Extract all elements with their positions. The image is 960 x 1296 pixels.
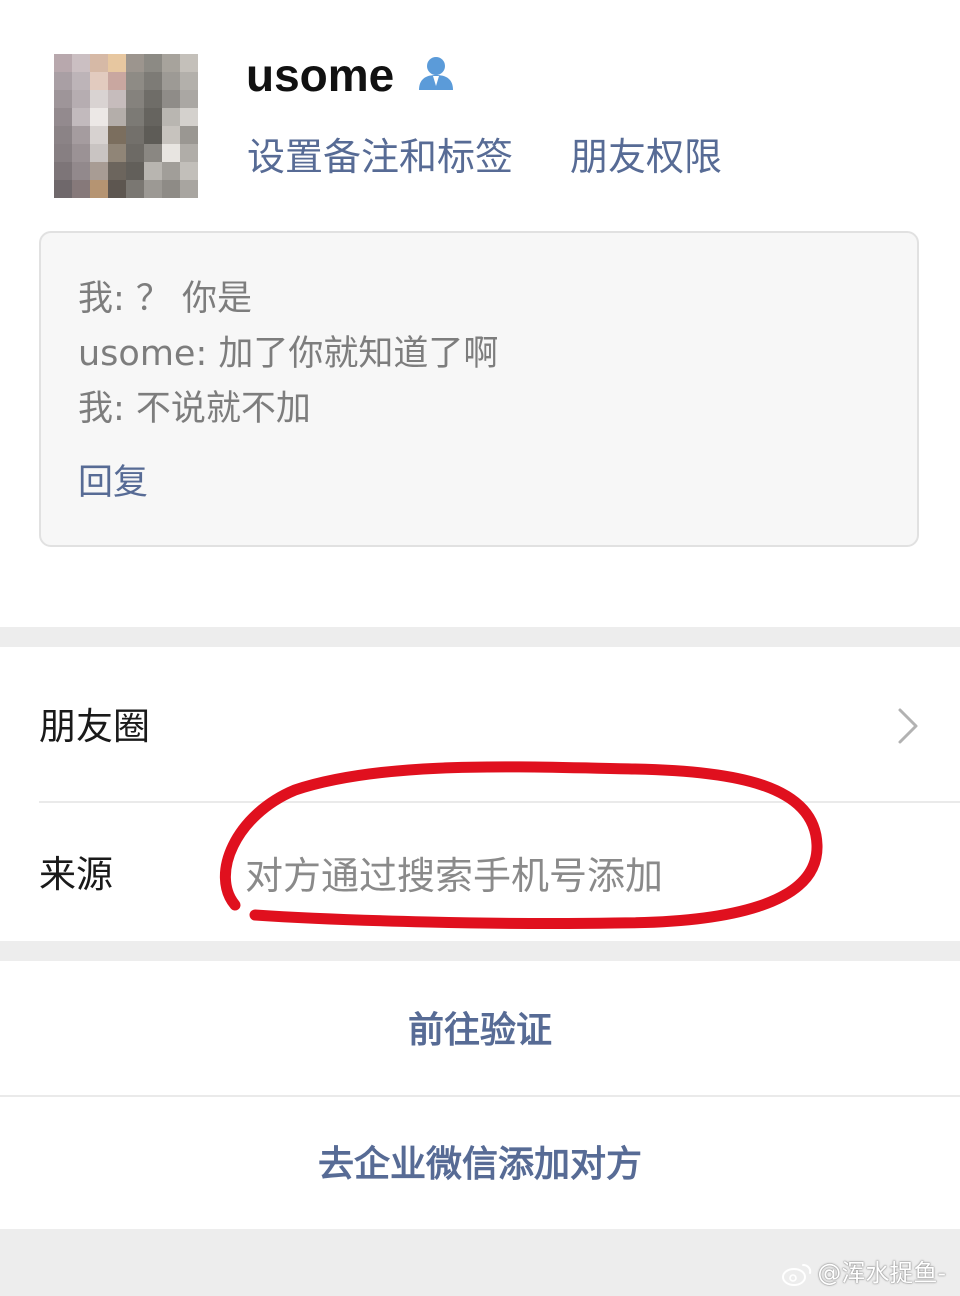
avatar-pixel <box>144 180 162 198</box>
message-line: 我: 不说就不加 <box>78 389 311 429</box>
avatar-pixel <box>162 126 180 144</box>
avatar-pixel <box>144 144 162 162</box>
avatar-pixel <box>144 54 162 72</box>
avatar-pixel <box>180 180 198 198</box>
chevron-right-icon <box>898 708 918 744</box>
avatar-pixel <box>90 180 108 198</box>
avatar-pixel <box>126 108 144 126</box>
avatar-pixel <box>72 126 90 144</box>
avatar-pixel <box>90 108 108 126</box>
avatar-pixel <box>144 72 162 90</box>
avatar-pixel <box>162 90 180 108</box>
profile-name: usome <box>246 49 395 101</box>
avatar-pixel <box>108 90 126 108</box>
avatar[interactable] <box>54 54 198 198</box>
divider <box>0 1095 960 1097</box>
section-separator <box>0 627 960 647</box>
avatar-pixel <box>180 126 198 144</box>
avatar-pixel <box>126 54 144 72</box>
avatar-pixel <box>90 144 108 162</box>
moments-label: 朋友圈 <box>39 705 150 748</box>
avatar-pixel <box>72 180 90 198</box>
wecom-add-button[interactable]: 去企业微信添加对方 <box>0 1140 960 1190</box>
avatar-pixel <box>54 54 72 72</box>
set-remark-link[interactable]: 设置备注和标签 <box>247 132 513 182</box>
avatar-pixel <box>90 162 108 180</box>
avatar-pixel <box>108 126 126 144</box>
avatar-pixel <box>90 90 108 108</box>
reply-link[interactable]: 回复 <box>78 458 148 508</box>
avatar-pixel <box>162 144 180 162</box>
avatar-pixel <box>72 90 90 108</box>
avatar-pixel <box>108 108 126 126</box>
message-line: usome: 加了你就知道了啊 <box>78 334 499 374</box>
avatar-pixel <box>90 72 108 90</box>
avatar-pixel <box>72 108 90 126</box>
avatar-pixel <box>108 144 126 162</box>
avatar-pixel <box>144 162 162 180</box>
avatar-pixel <box>54 90 72 108</box>
avatar-pixel <box>162 162 180 180</box>
avatar-pixel <box>54 162 72 180</box>
avatar-pixel <box>54 144 72 162</box>
avatar-pixel <box>144 126 162 144</box>
avatar-pixel <box>72 144 90 162</box>
message-line: 我: ？ 你是 <box>78 279 253 319</box>
watermark: @浑水捉鱼- <box>781 1256 946 1290</box>
avatar-pixel <box>108 54 126 72</box>
avatar-pixel <box>162 72 180 90</box>
avatar-pixel <box>144 108 162 126</box>
person-icon <box>419 57 453 90</box>
avatar-pixel <box>126 90 144 108</box>
source-label: 来源 <box>39 853 113 896</box>
section-separator <box>0 941 960 961</box>
avatar-pixel <box>126 162 144 180</box>
weibo-icon <box>782 1264 812 1286</box>
avatar-pixel <box>108 72 126 90</box>
avatar-pixel <box>54 108 72 126</box>
avatar-pixel <box>72 54 90 72</box>
avatar-pixel <box>126 72 144 90</box>
avatar-pixel <box>54 180 72 198</box>
go-verify-button[interactable]: 前往验证 <box>0 1006 960 1056</box>
avatar-pixel <box>126 180 144 198</box>
avatar-pixel <box>72 162 90 180</box>
avatar-pixel <box>180 144 198 162</box>
avatar-pixel <box>54 72 72 90</box>
avatar-pixel <box>162 180 180 198</box>
red-circle-annotation <box>219 761 823 930</box>
avatar-pixel <box>126 144 144 162</box>
avatar-pixel <box>180 54 198 72</box>
avatar-pixel <box>108 180 126 198</box>
avatar-pixel <box>90 126 108 144</box>
avatar-pixel <box>108 162 126 180</box>
avatar-pixel <box>180 90 198 108</box>
avatar-pixel <box>180 108 198 126</box>
friend-permission-link[interactable]: 朋友权限 <box>570 132 722 182</box>
avatar-pixel <box>180 162 198 180</box>
watermark-text: @浑水捉鱼- <box>817 1259 946 1287</box>
avatar-pixel <box>144 90 162 108</box>
avatar-pixel <box>90 54 108 72</box>
avatar-pixel <box>126 126 144 144</box>
avatar-pixel <box>72 72 90 90</box>
avatar-pixel <box>162 108 180 126</box>
avatar-pixel <box>54 126 72 144</box>
avatar-pixel <box>162 54 180 72</box>
avatar-pixel <box>180 72 198 90</box>
